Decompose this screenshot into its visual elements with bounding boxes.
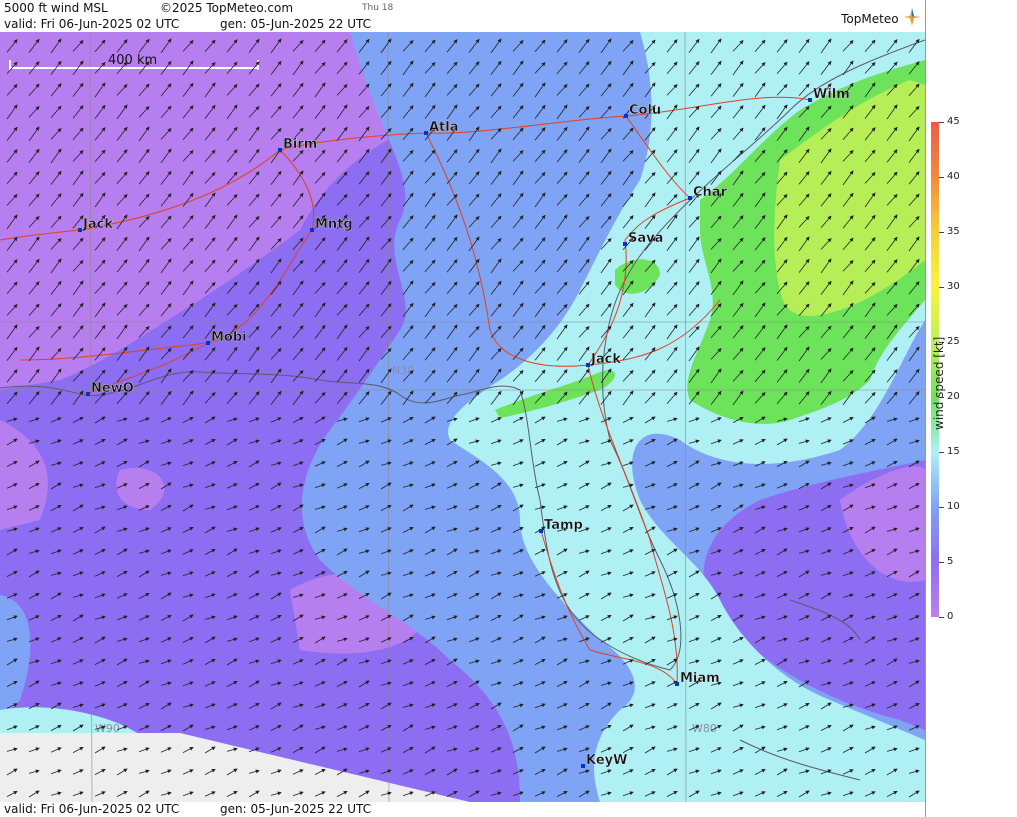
- city-marker: [310, 228, 314, 232]
- lon-label-w80: W80: [692, 722, 717, 735]
- legend-tick-label: 10: [947, 501, 960, 512]
- city-marker: [623, 242, 627, 246]
- legend-tick-label: 30: [947, 281, 960, 292]
- city-marker: [688, 196, 692, 200]
- city-atla: Atla: [424, 120, 459, 135]
- city-marker: [206, 341, 210, 345]
- lat-label-n30: N30: [392, 364, 414, 377]
- map-footer: valid: Fri 06-Jun-2025 02 UTC gen: 05-Ju…: [0, 802, 925, 817]
- city-label: Mobi: [211, 330, 247, 345]
- city-label: Atla: [429, 120, 459, 135]
- city-newo: NewO: [86, 381, 134, 396]
- footer-generated-time: gen: 05-Jun-2025 22 UTC: [220, 802, 372, 816]
- legend-tick-label: 35: [947, 226, 960, 237]
- city-marker: [539, 529, 543, 533]
- city-mntg: Mntg: [310, 217, 353, 232]
- footer-valid-time: valid: Fri 06-Jun-2025 02 UTC: [4, 802, 180, 816]
- city-mobi: Mobi: [206, 330, 247, 345]
- city-jack: Jack: [78, 217, 113, 232]
- legend-tick-mark: [939, 562, 944, 563]
- legend-tick-label: 25: [947, 336, 960, 347]
- city-marker: [808, 98, 812, 102]
- city-marker: [675, 682, 679, 686]
- city-label: Colu: [629, 103, 661, 118]
- city-tamp: Tamp: [539, 518, 583, 533]
- valid-time: valid: Fri 06-Jun-2025 02 UTC: [4, 17, 180, 31]
- city-label: KeyW: [586, 753, 627, 768]
- scale-label: 400 km: [108, 53, 157, 68]
- brand-name: TopMeteo: [841, 12, 899, 26]
- legend-tick-label: 40: [947, 171, 960, 182]
- city-label: Char: [693, 185, 728, 200]
- city-label: NewO: [91, 381, 134, 396]
- legend-tick-label: 15: [947, 446, 960, 457]
- legend-tick-mark: [939, 507, 944, 508]
- legend-tick-mark: [939, 452, 944, 453]
- generated-time: gen: 05-Jun-2025 22 UTC: [220, 17, 372, 31]
- legend-tick-label: 45: [947, 116, 960, 127]
- legend-tick-mark: [939, 177, 944, 178]
- city-label: Birm: [283, 137, 317, 152]
- forecast-step: Thu 18: [362, 3, 394, 13]
- compass-icon: [903, 8, 921, 26]
- map-header: 5000 ft wind MSL ©2025 TopMeteo.com Thu …: [0, 0, 925, 32]
- city-wilm: Wilm: [808, 87, 850, 102]
- legend-tick-mark: [939, 232, 944, 233]
- copyright: ©2025 TopMeteo.com: [160, 1, 294, 15]
- city-marker: [624, 114, 628, 118]
- city-label: Mntg: [315, 217, 353, 232]
- legend-tick-mark: [939, 122, 944, 123]
- city-char: Char: [688, 185, 728, 200]
- city-marker: [278, 148, 282, 152]
- city-label: Jack: [82, 217, 113, 232]
- city-label: Tamp: [544, 518, 583, 533]
- legend-tick-label: 0: [947, 611, 954, 622]
- city-label: Sava: [628, 231, 663, 246]
- legend-tick-label: 20: [947, 391, 960, 402]
- city-colu: Colu: [624, 103, 661, 118]
- city-sava: Sava: [623, 231, 664, 246]
- city-birm: Birm: [278, 137, 317, 152]
- city-keyw: KeyW: [581, 753, 628, 768]
- city-marker: [86, 392, 90, 396]
- city-marker: [586, 363, 590, 367]
- wind-map[interactable]: N30 W90 W80 400 km WilmColuAtlaBirmCharS…: [0, 32, 925, 802]
- city-marker: [424, 131, 428, 135]
- product-title: 5000 ft wind MSL: [4, 1, 108, 15]
- legend-tick-label: 5: [947, 556, 954, 567]
- city-miam: Miam: [675, 671, 720, 686]
- city-label: Miam: [680, 671, 720, 686]
- city-label: Jack: [590, 352, 621, 367]
- city-jack: Jack: [586, 352, 621, 367]
- brand-logo: TopMeteo: [841, 8, 921, 27]
- city-marker: [581, 764, 585, 768]
- city-label: Wilm: [813, 87, 850, 102]
- city-marker: [78, 228, 82, 232]
- legend-title: wind speed [kt]: [932, 336, 946, 430]
- legend-tick-mark: [939, 617, 944, 618]
- legend-tick-mark: [939, 287, 944, 288]
